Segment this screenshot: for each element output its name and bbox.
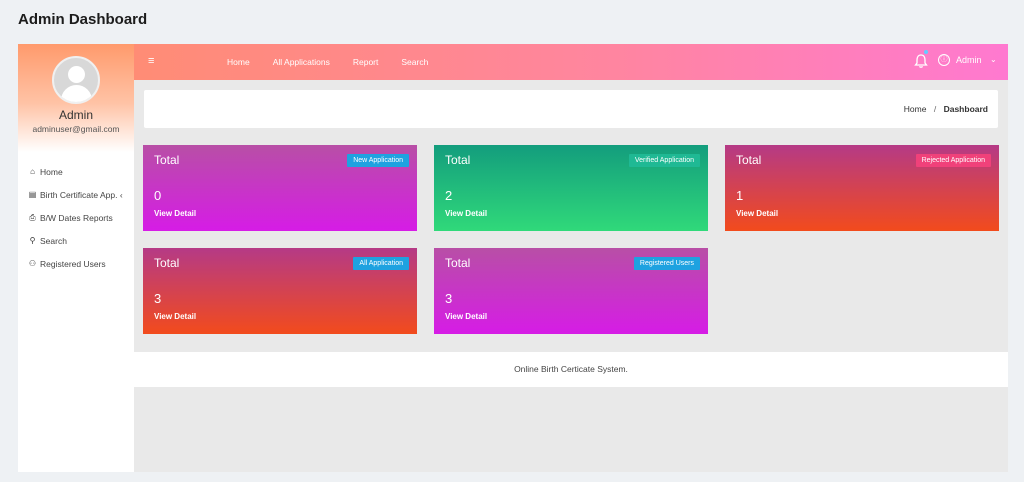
dashboard-frame: Admin adminuser@gmail.com ⌂ Home ▤ Birth…	[18, 44, 1008, 472]
breadcrumb-home[interactable]: Home	[904, 104, 927, 114]
sidebar-item-label: Birth Certificate App. ‹	[40, 189, 123, 200]
profile-email: adminuser@gmail.com	[32, 124, 120, 134]
profile-panel: Admin adminuser@gmail.com	[18, 44, 134, 152]
nav-link-all-applications[interactable]: All Applications	[273, 57, 330, 67]
nav-link-search[interactable]: Search	[401, 57, 428, 67]
card-count: 2	[445, 188, 453, 203]
card-total-label: Total	[154, 153, 180, 167]
chevron-down-icon[interactable]: ⌄	[990, 55, 997, 64]
sidebar-item-home[interactable]: ⌂ Home	[28, 160, 134, 183]
sidebar: Admin adminuser@gmail.com ⌂ Home ▤ Birth…	[18, 44, 134, 472]
breadcrumb-card: Home / Dashboard	[144, 90, 998, 128]
sidebar-item-label: Registered Users	[40, 258, 106, 269]
table-icon: ▤	[28, 190, 37, 199]
nav-link-report[interactable]: Report	[353, 57, 379, 67]
user-menu-label[interactable]: Admin	[956, 55, 982, 65]
card-badge: Rejected Application	[915, 154, 991, 167]
notification-dot	[924, 50, 928, 54]
card-count: 3	[154, 291, 162, 306]
breadcrumb-current: Dashboard	[943, 104, 988, 114]
profile-name: Admin	[58, 108, 93, 122]
card-total-label: Total	[445, 153, 471, 167]
top-navbar: ≡ Home All Applications Report Search ⓘ …	[134, 44, 1008, 80]
sidebar-item-bw-dates-reports[interactable]: ⎙ B/W Dates Reports	[28, 206, 134, 229]
view-detail-link[interactable]: View Detail	[445, 312, 487, 321]
breadcrumb: Home / Dashboard	[904, 104, 988, 114]
footer: Online Birth Certicate System.	[134, 352, 1008, 387]
card-badge: All Application	[353, 257, 409, 270]
card-count: 3	[445, 291, 453, 306]
breadcrumb-separator: /	[933, 104, 937, 114]
view-detail-link[interactable]: View Detail	[154, 312, 196, 321]
card-all-application[interactable]: Total All Application 3 View Detail	[143, 248, 417, 334]
card-total-label: Total	[736, 153, 762, 167]
sidebar-item-label: Home	[40, 166, 63, 177]
sidebar-item-label: B/W Dates Reports	[40, 212, 113, 223]
sidebar-item-birth-certificate[interactable]: ▤ Birth Certificate App. ‹	[28, 183, 134, 206]
card-rejected-application[interactable]: Total Rejected Application 1 View Detail	[725, 145, 999, 231]
home-icon: ⌂	[30, 167, 35, 176]
avatar-head-shape	[68, 66, 85, 83]
card-badge: New Application	[347, 154, 409, 167]
card-total-label: Total	[445, 256, 471, 270]
avatar[interactable]	[52, 56, 100, 104]
card-count: 0	[154, 188, 162, 203]
users-icon: ⚇	[28, 259, 37, 268]
report-icon: ⎙	[29, 212, 36, 222]
search-icon: ⚲	[29, 236, 36, 245]
view-detail-link[interactable]: View Detail	[154, 209, 196, 218]
card-count: 1	[736, 188, 744, 203]
page-title: Admin Dashboard	[18, 11, 148, 28]
top-menu: Home All Applications Report Search	[227, 44, 451, 80]
user-power-icon[interactable]: ⓘ	[938, 54, 950, 66]
nav-link-home[interactable]: Home	[227, 57, 250, 67]
card-new-application[interactable]: Total New Application 0 View Detail	[143, 145, 417, 231]
avatar-body-shape	[61, 85, 92, 102]
card-verified-application[interactable]: Total Verified Application 2 View Detail	[434, 145, 708, 231]
card-badge: Verified Application	[628, 154, 700, 167]
sidebar-nav: ⌂ Home ▤ Birth Certificate App. ‹ ⎙ B/W …	[28, 160, 134, 275]
view-detail-link[interactable]: View Detail	[736, 209, 778, 218]
card-total-label: Total	[154, 256, 180, 270]
card-badge: Registered Users	[633, 257, 700, 270]
view-detail-link[interactable]: View Detail	[445, 209, 487, 218]
sidebar-item-registered-users[interactable]: ⚇ Registered Users	[28, 252, 134, 275]
sidebar-item-search[interactable]: ⚲ Search	[28, 229, 134, 252]
sidebar-item-label: Search	[40, 235, 67, 246]
bell-icon[interactable]	[914, 53, 928, 69]
card-registered-users[interactable]: Total Registered Users 3 View Detail	[434, 248, 708, 334]
menu-toggle-icon[interactable]: ≡	[148, 55, 154, 67]
